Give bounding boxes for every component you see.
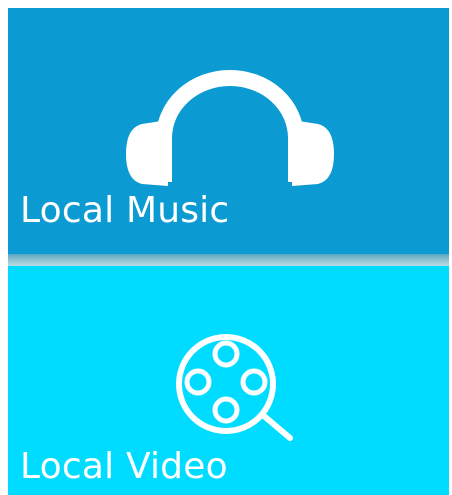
local-music-label: Local Music [20,190,230,231]
local-video-label: Local Video [20,446,228,487]
tile-divider [8,254,449,266]
headphones-icon [126,70,334,186]
film-reel-search-icon [176,334,293,441]
